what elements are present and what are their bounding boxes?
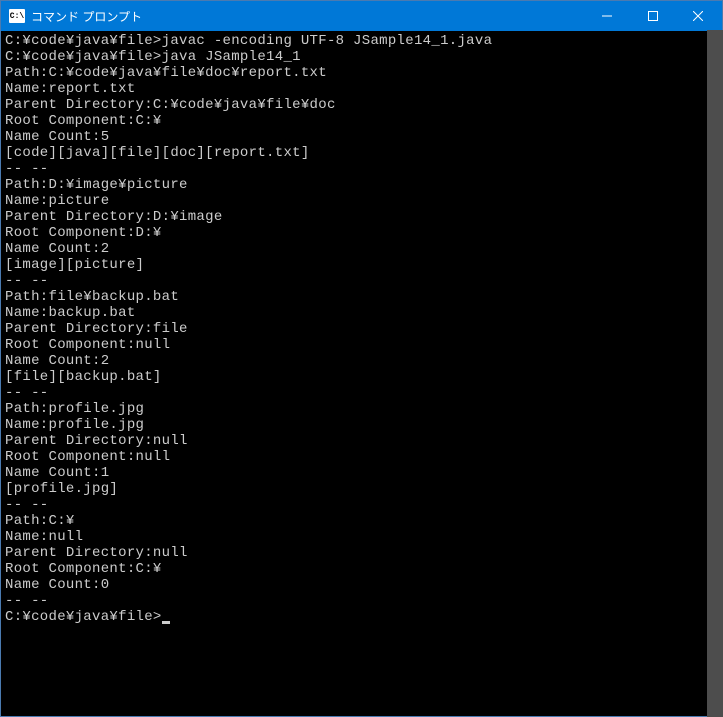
terminal-line: Parent Directory:file — [5, 321, 722, 337]
terminal-line: Name Count:0 — [5, 577, 722, 593]
maximize-icon — [648, 11, 658, 21]
terminal-line: Name:picture — [5, 193, 722, 209]
terminal-line: -- -- — [5, 497, 722, 513]
terminal-line: Name:null — [5, 529, 722, 545]
terminal-line: -- -- — [5, 161, 722, 177]
terminal-line: Parent Directory:D:¥image — [5, 209, 722, 225]
terminal-line: -- -- — [5, 273, 722, 289]
maximize-button[interactable] — [630, 1, 676, 31]
scrollbar-thumb[interactable] — [707, 30, 723, 717]
terminal-line: Parent Directory:null — [5, 545, 722, 561]
minimize-icon — [602, 11, 612, 21]
terminal-line: Path:file¥backup.bat — [5, 289, 722, 305]
terminal-line: Root Component:C:¥ — [5, 113, 722, 129]
terminal-line: Name Count:2 — [5, 353, 722, 369]
terminal-line: Name:report.txt — [5, 81, 722, 97]
terminal-line: -- -- — [5, 385, 722, 401]
cursor — [162, 621, 170, 624]
terminal-line: Path:C:¥ — [5, 513, 722, 529]
window-title: コマンド プロンプト — [31, 8, 142, 25]
app-icon: C:\ — [9, 9, 25, 23]
titlebar-controls — [584, 1, 722, 31]
terminal-line: Name Count:1 — [5, 465, 722, 481]
terminal-line: Name Count:5 — [5, 129, 722, 145]
terminal-line: [profile.jpg] — [5, 481, 722, 497]
terminal-line: Root Component:D:¥ — [5, 225, 722, 241]
terminal-line: Name:backup.bat — [5, 305, 722, 321]
terminal-line: Path:profile.jpg — [5, 401, 722, 417]
terminal-line: Parent Directory:null — [5, 433, 722, 449]
terminal-line: -- -- — [5, 593, 722, 609]
terminal-line: Root Component:null — [5, 449, 722, 465]
terminal-line: Name Count:2 — [5, 241, 722, 257]
terminal-line: C:¥code¥java¥file>javac -encoding UTF-8 … — [5, 33, 722, 49]
terminal-line: C:¥code¥java¥file>java JSample14_1 — [5, 49, 722, 65]
minimize-button[interactable] — [584, 1, 630, 31]
terminal-line: [image][picture] — [5, 257, 722, 273]
titlebar[interactable]: C:\ コマンド プロンプト — [1, 1, 722, 31]
terminal-line: Name:profile.jpg — [5, 417, 722, 433]
terminal-line: [code][java][file][doc][report.txt] — [5, 145, 722, 161]
terminal-line: Path:D:¥image¥picture — [5, 177, 722, 193]
close-button[interactable] — [676, 1, 722, 31]
terminal-line: Root Component:C:¥ — [5, 561, 722, 577]
terminal-output[interactable]: C:¥code¥java¥file>javac -encoding UTF-8 … — [1, 31, 722, 716]
terminal-line: [file][backup.bat] — [5, 369, 722, 385]
terminal-line: Path:C:¥code¥java¥file¥doc¥report.txt — [5, 65, 722, 81]
terminal-line: Parent Directory:C:¥code¥java¥file¥doc — [5, 97, 722, 113]
titlebar-left: C:\ コマンド プロンプト — [1, 8, 142, 25]
terminal-line: Root Component:null — [5, 337, 722, 353]
vertical-scrollbar[interactable] — [707, 30, 723, 717]
close-icon — [693, 11, 703, 21]
terminal-line: C:¥code¥java¥file> — [5, 609, 722, 625]
command-prompt-window: C:\ コマンド プロンプト C:¥code¥java¥file>javac -… — [0, 0, 723, 717]
